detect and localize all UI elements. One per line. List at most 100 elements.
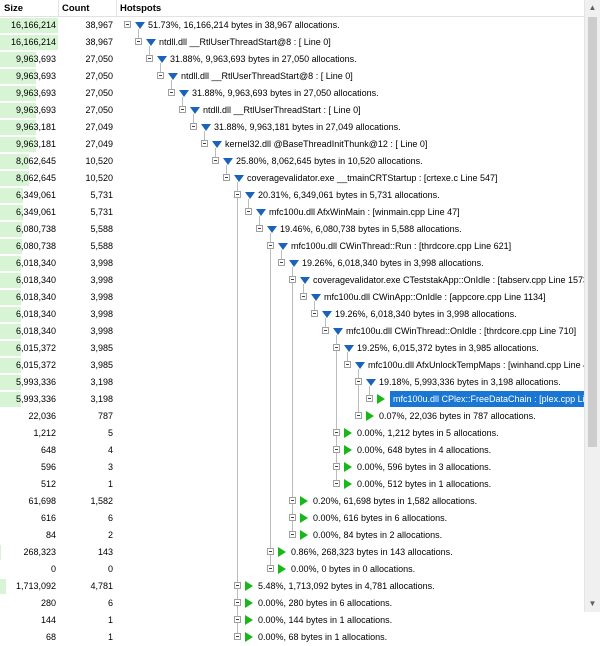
hotspot-label[interactable]: 0.20%, 61,698 bytes in 1,582 allocations…	[313, 496, 477, 506]
tree-row[interactable]: 16,166,214 38,967 51.73%, 16,166,214 bytes…	[0, 17, 584, 34]
hotspot-label[interactable]: coveragevalidator.exe __tmainCRTStartup …	[247, 173, 497, 183]
collapse-toggle-icon[interactable]	[256, 225, 263, 232]
collapse-toggle-icon[interactable]	[289, 497, 296, 504]
hotspot-label[interactable]: 19.26%, 6,018,340 bytes in 3,998 allocat…	[335, 309, 517, 319]
tree-row[interactable]: 6,015,372 3,985 19.25%, 6,015,372 bytes in…	[0, 340, 584, 357]
hotspot-label[interactable]: 0.00%, 144 bytes in 1 allocations.	[258, 615, 392, 625]
collapse-toggle-icon[interactable]	[190, 123, 197, 130]
hotspot-label[interactable]: coveragevalidator.exe CTeststakApp::OnId…	[313, 275, 591, 285]
hotspot-label[interactable]: mfc100u.dll CWinThread::Run : [thrdcore.…	[291, 241, 511, 251]
tree-row[interactable]: 9,963,693 27,050 ntdll.dll __RtlUserThread…	[0, 102, 584, 119]
collapse-toggle-icon[interactable]	[234, 616, 241, 623]
column-separator[interactable]	[116, 0, 117, 16]
collapse-toggle-icon[interactable]	[234, 633, 241, 640]
tree-row[interactable]: 9,963,181 27,049 31.88%, 9,963,181 bytes i…	[0, 119, 584, 136]
tree-row[interactable]: 6,080,738 5,588 19.46%, 6,080,738 bytes in…	[0, 221, 584, 238]
collapse-toggle-icon[interactable]	[333, 463, 340, 470]
collapse-toggle-icon[interactable]	[201, 140, 208, 147]
hotspot-label[interactable]: 25.80%, 8,062,645 bytes in 10,520 alloca…	[236, 156, 423, 166]
collapse-toggle-icon[interactable]	[245, 208, 252, 215]
column-separator[interactable]	[58, 0, 59, 16]
collapse-toggle-icon[interactable]	[223, 174, 230, 181]
column-size-header[interactable]: Size	[4, 3, 23, 14]
vertical-scrollbar[interactable]: ▲ ▼	[584, 0, 600, 612]
collapse-toggle-icon[interactable]	[267, 565, 274, 572]
hotspot-label[interactable]: 19.18%, 5,993,336 bytes in 3,198 allocat…	[379, 377, 561, 387]
tree-row[interactable]: 9,963,693 27,050 31.88%, 9,963,693 bytes i…	[0, 85, 584, 102]
tree-row[interactable]: 6,018,340 3,998 mfc100u.dll CWinThread::On…	[0, 323, 584, 340]
tree-row[interactable]: 596 3 0.00%, 596 bytes in 3 allocations.	[0, 459, 584, 476]
tree-row[interactable]: 268,323 143 0.86%, 268,323 bytes in 143 al…	[0, 544, 584, 561]
tree-row[interactable]: 144 1 0.00%, 144 bytes in 1 allocations.	[0, 612, 584, 629]
tree-row[interactable]: 9,963,693 27,050 ntdll.dll __RtlUserThread…	[0, 68, 584, 85]
hotspot-label[interactable]: 31.88%, 9,963,693 bytes in 27,050 alloca…	[170, 54, 357, 64]
collapse-toggle-icon[interactable]	[366, 395, 373, 402]
hotspot-label[interactable]: kernel32.dll @BaseThreadInitThunk@12 : […	[225, 139, 427, 149]
collapse-toggle-icon[interactable]	[333, 480, 340, 487]
column-count-header[interactable]: Count	[62, 3, 89, 14]
hotspot-label[interactable]: ntdll.dll __RtlUserThreadStart : [ Line …	[203, 105, 361, 115]
tree-row[interactable]: 8,062,645 10,520 coveragevalidator.exe __t…	[0, 170, 584, 187]
hotspot-label[interactable]: ntdll.dll __RtlUserThreadStart@8 : [ Lin…	[181, 71, 353, 81]
collapse-toggle-icon[interactable]	[267, 548, 274, 555]
tree-row[interactable]: 1,212 5 0.00%, 1,212 bytes in 5 allocation…	[0, 425, 584, 442]
hotspot-label[interactable]: mfc100u.dll CWinApp::OnIdle : [appcore.c…	[324, 292, 545, 302]
collapse-toggle-icon[interactable]	[289, 276, 296, 283]
scroll-up-arrow-icon[interactable]: ▲	[585, 0, 600, 16]
hotspot-label[interactable]: 31.88%, 9,963,181 bytes in 27,049 alloca…	[214, 122, 401, 132]
collapse-toggle-icon[interactable]	[311, 310, 318, 317]
hotspot-label[interactable]: 0.00%, 84 bytes in 2 allocations.	[313, 530, 442, 540]
hotspot-label[interactable]: mfc100u.dll CWinThread::OnIdle : [thrdco…	[346, 326, 576, 336]
hotspot-label[interactable]: ntdll.dll __RtlUserThreadStart@8 : [ Lin…	[159, 37, 331, 47]
hotspot-label[interactable]: 0.00%, 0 bytes in 0 allocations.	[291, 564, 415, 574]
collapse-toggle-icon[interactable]	[179, 106, 186, 113]
collapse-toggle-icon[interactable]	[234, 191, 241, 198]
hotspot-label[interactable]: 51.73%, 16,166,214 bytes in 38,967 alloc…	[148, 20, 340, 30]
collapse-toggle-icon[interactable]	[289, 531, 296, 538]
collapse-toggle-icon[interactable]	[355, 412, 362, 419]
hotspot-label[interactable]: 0.86%, 268,323 bytes in 143 allocations.	[291, 547, 453, 557]
selected-hotspot-label[interactable]: mfc100u.dll CPlex::FreeDataChain : [plex…	[390, 391, 600, 407]
hotspot-label[interactable]: 0.00%, 616 bytes in 6 allocations.	[313, 513, 447, 523]
tree-row[interactable]: 16,166,214 38,967 ntdll.dll __RtlUserThrea…	[0, 34, 584, 51]
tree-row[interactable]: 648 4 0.00%, 648 bytes in 4 allocations.	[0, 442, 584, 459]
hotspot-label[interactable]: mfc100u.dll AfxWinMain : [winmain.cpp Li…	[269, 207, 460, 217]
scroll-down-arrow-icon[interactable]: ▼	[585, 596, 600, 612]
tree-row[interactable]: 6,349,061 5,731 20.31%, 6,349,061 bytes in…	[0, 187, 584, 204]
tree-row[interactable]: 280 6 0.00%, 280 bytes in 6 allocations.	[0, 595, 584, 612]
tree-row[interactable]: 1,713,092 4,781 5.48%, 1,713,092 bytes in …	[0, 578, 584, 595]
hotspot-label[interactable]: 19.25%, 6,015,372 bytes in 3,985 allocat…	[357, 343, 539, 353]
hotspot-label[interactable]: 0.00%, 596 bytes in 3 allocations.	[357, 462, 491, 472]
tree-row[interactable]: 6,018,340 3,998 19.26%, 6,018,340 bytes in…	[0, 306, 584, 323]
collapse-toggle-icon[interactable]	[355, 378, 362, 385]
tree-row[interactable]: 61,698 1,582 0.20%, 61,698 bytes in 1,582 …	[0, 493, 584, 510]
hotspot-label[interactable]: 0.00%, 1,212 bytes in 5 allocations.	[357, 428, 499, 438]
hotspot-label[interactable]: 0.00%, 512 bytes in 1 allocations.	[357, 479, 491, 489]
hotspot-label[interactable]: 20.31%, 6,349,061 bytes in 5,731 allocat…	[258, 190, 440, 200]
hotspot-label[interactable]: 0.00%, 648 bytes in 4 allocations.	[357, 445, 491, 455]
tree-row[interactable]: 512 1 0.00%, 512 bytes in 1 allocations.	[0, 476, 584, 493]
collapse-toggle-icon[interactable]	[289, 514, 296, 521]
collapse-toggle-icon[interactable]	[135, 38, 142, 45]
tree-row[interactable]: 6,349,061 5,731 mfc100u.dll AfxWinMain : […	[0, 204, 584, 221]
hotspot-label[interactable]: 0.07%, 22,036 bytes in 787 allocations.	[379, 411, 536, 421]
tree-row[interactable]: 6,018,340 3,998 coveragevalidator.exe CTes…	[0, 272, 591, 289]
hotspot-label[interactable]: 19.46%, 6,080,738 bytes in 5,588 allocat…	[280, 224, 462, 234]
hotspot-label[interactable]: 5.48%, 1,713,092 bytes in 4,781 allocati…	[258, 581, 435, 591]
hotspot-label[interactable]: 0.00%, 280 bytes in 6 allocations.	[258, 598, 392, 608]
collapse-toggle-icon[interactable]	[234, 582, 241, 589]
tree-row[interactable]: 616 6 0.00%, 616 bytes in 6 allocations.	[0, 510, 584, 527]
collapse-toggle-icon[interactable]	[212, 157, 219, 164]
tree-row[interactable]: 5,993,336 3,198 19.18%, 5,993,336 bytes in…	[0, 374, 584, 391]
collapse-toggle-icon[interactable]	[124, 21, 131, 28]
hotspot-label[interactable]: 19.26%, 6,018,340 bytes in 3,998 allocat…	[302, 258, 484, 268]
tree-row[interactable]: 68 1 0.00%, 68 bytes in 1 allocations.	[0, 629, 584, 646]
tree-row[interactable]: 6,015,372 3,985 mfc100u.dll AfxUnlockTempM…	[0, 357, 596, 374]
tree-row[interactable]: 22,036 787 0.07%, 22,036 bytes in 787 allo…	[0, 408, 584, 425]
collapse-toggle-icon[interactable]	[168, 89, 175, 96]
tree-row[interactable]: 6,018,340 3,998 19.26%, 6,018,340 bytes in…	[0, 255, 584, 272]
collapse-toggle-icon[interactable]	[157, 72, 164, 79]
tree-row[interactable]: 5,993,336 3,198 mfc100u.dll CPlex::FreeDat…	[0, 391, 600, 408]
tree-row[interactable]: 9,963,693 27,050 31.88%, 9,963,693 bytes i…	[0, 51, 584, 68]
hotspot-label[interactable]: 0.00%, 68 bytes in 1 allocations.	[258, 632, 387, 642]
